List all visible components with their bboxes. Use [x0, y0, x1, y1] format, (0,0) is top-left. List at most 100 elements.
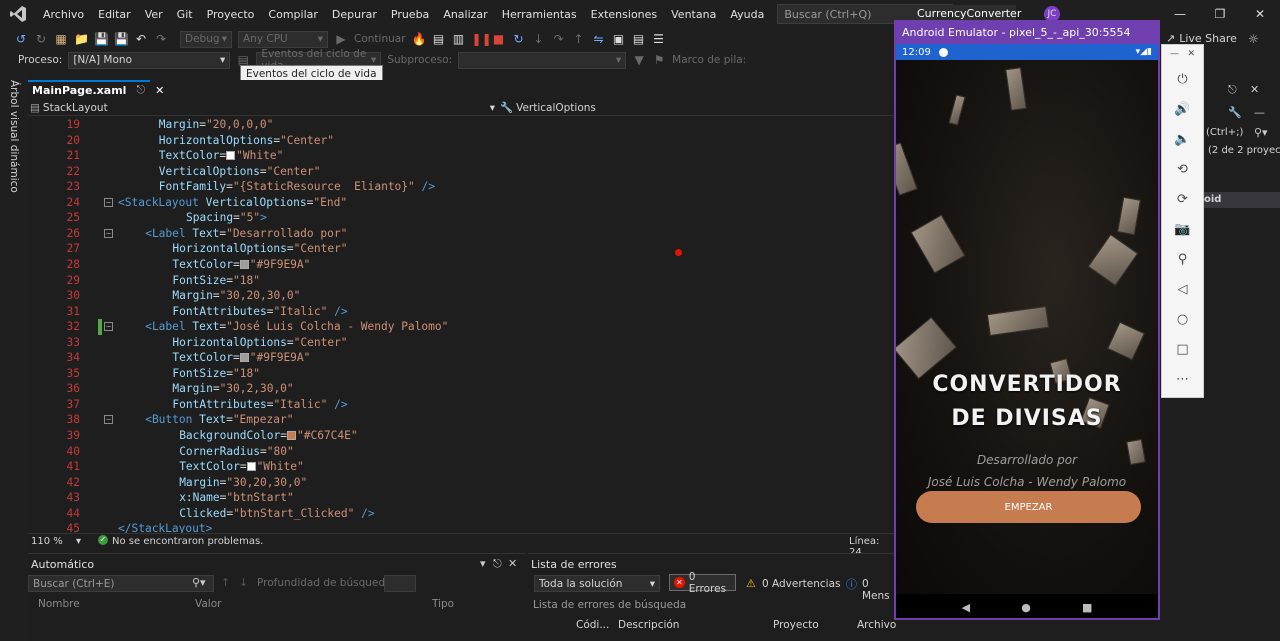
panel-menu-icon[interactable]: ▾	[480, 557, 486, 570]
depth-select[interactable]	[384, 575, 416, 592]
search-down-icon[interactable]: ↓	[239, 576, 248, 589]
code-line[interactable]: 31 FontAttributes="Italic" />	[28, 304, 894, 320]
stop-icon[interactable]: ■	[492, 32, 506, 46]
panel-pin-icon[interactable]: ⎋	[493, 557, 502, 571]
breakpoints-icon[interactable]: ⇋	[592, 32, 606, 46]
nav-home-icon[interactable]: ●	[1021, 601, 1031, 614]
process-select[interactable]: [N/A] Mono ▾	[68, 51, 231, 69]
rotate-right-icon[interactable]: ⟳	[1162, 192, 1203, 207]
property-select[interactable]: 🔧 VerticalOptions	[500, 100, 890, 115]
code-line[interactable]: 41 TextColor= "White"	[28, 459, 894, 475]
pause-icon[interactable]: ❚❚	[472, 32, 492, 46]
restore-icon[interactable]: ❐	[1200, 7, 1240, 21]
close-icon[interactable]: ✕	[1240, 7, 1280, 21]
comment-icon[interactable]: ☰	[652, 32, 666, 46]
column-nombre[interactable]: Nombre	[38, 598, 80, 610]
volume-up-icon[interactable]: 🔊	[1162, 102, 1203, 117]
autos-search-input[interactable]: Buscar (Ctrl+E)	[28, 575, 214, 592]
emu-close-icon[interactable]: ✕	[1162, 49, 1203, 59]
overview-button-icon[interactable]: □	[1162, 342, 1203, 357]
menu-analizar[interactable]: Analizar	[436, 8, 494, 21]
menu-compilar[interactable]: Compilar	[261, 8, 324, 21]
element-select[interactable]: ▤ StackLayout ▾	[30, 100, 495, 115]
code-line[interactable]: 27 HorizontalOptions="Center"	[28, 241, 894, 257]
column-codigo[interactable]: Códi...	[576, 619, 609, 631]
subprocess-select[interactable]: ▾	[458, 51, 627, 69]
right-search-hint[interactable]: (Ctrl+;)	[1206, 127, 1243, 138]
volume-down-icon[interactable]: 🔈	[1162, 132, 1203, 147]
filter-icon[interactable]: ▼	[632, 53, 646, 67]
restart-icon[interactable]: ↻	[512, 32, 526, 46]
rotate-left-icon[interactable]: ⟲	[1162, 162, 1203, 177]
live-visual-tree-tab[interactable]: Árbol visual dinámico	[8, 80, 20, 193]
selected-item-row[interactable]: oid	[1204, 192, 1280, 208]
new-project-icon[interactable]: ▦	[54, 32, 68, 46]
menu-proyecto[interactable]: Proyecto	[200, 8, 262, 21]
layout-icon[interactable]: ▥	[452, 32, 466, 46]
code-line[interactable]: 38 − <Button Text="Empezar"	[28, 412, 894, 428]
close-tab-icon[interactable]: ✕	[155, 84, 164, 97]
nav-recents-icon[interactable]: ■	[1082, 601, 1092, 614]
minimize-icon[interactable]: —	[1160, 7, 1200, 21]
menu-editar[interactable]: Editar	[91, 8, 138, 21]
code-line[interactable]: 42 Margin="30,20,30,0"	[28, 475, 894, 491]
column-descripcion[interactable]: Descripción	[618, 619, 679, 631]
code-line[interactable]: 36 Margin="30,2,30,0"	[28, 381, 894, 397]
code-line[interactable]: 28 TextColor= "#9F9E9A"	[28, 257, 894, 273]
code-line[interactable]: 24 − <StackLayout VerticalOptions="End"	[28, 195, 894, 211]
code-line[interactable]: 43 x:Name="btnStart"	[28, 490, 894, 506]
code-line[interactable]: 40 CornerRadius="80"	[28, 444, 894, 460]
menu-ver[interactable]: Ver	[138, 8, 170, 21]
step-into-icon[interactable]: ↓	[532, 32, 546, 46]
visual-studio-logo-icon[interactable]	[0, 5, 36, 23]
device-icon[interactable]: ▣	[612, 32, 626, 46]
code-line[interactable]: 20 HorizontalOptions="Center"	[28, 133, 894, 149]
right-search-icon[interactable]: ⚲▾	[1254, 126, 1268, 139]
open-folder-icon[interactable]: 📁	[74, 32, 89, 46]
code-line[interactable]: 21 TextColor= "White"	[28, 148, 894, 164]
code-line[interactable]: 44 Clicked="btnStart_Clicked" />	[28, 506, 894, 522]
right-close-icon[interactable]: ✕	[1250, 83, 1259, 96]
right-pin-icon[interactable]: ⎋	[1228, 83, 1237, 97]
code-line[interactable]: 37 FontAttributes="Italic" />	[28, 397, 894, 413]
code-line[interactable]: 45 </StackLayout>	[28, 521, 894, 533]
menu-prueba[interactable]: Prueba	[384, 8, 436, 21]
code-line[interactable]: 23 FontFamily="{StaticResource Elianto}" …	[28, 179, 894, 195]
code-line[interactable]: 32 − <Label Text="José Luis Colcha - Wendy…	[28, 319, 894, 335]
undo-icon[interactable]: ↶	[134, 32, 148, 46]
menu-herramientas[interactable]: Herramientas	[495, 8, 584, 21]
more-options-icon[interactable]: ⋯	[1162, 372, 1203, 387]
pin-icon[interactable]: ⎋	[136, 83, 145, 97]
config-select[interactable]: Debug ▾	[180, 30, 232, 48]
screenshot-icon[interactable]: ▤	[632, 32, 646, 46]
redo-icon[interactable]: ↷	[154, 32, 168, 46]
errors-filter-button[interactable]: ✕ 0 Errores	[669, 571, 736, 595]
back-button-icon[interactable]: ◁	[1162, 282, 1203, 297]
right-menu-icon[interactable]: —	[1254, 106, 1265, 119]
step-over-icon[interactable]: ↷	[552, 32, 566, 46]
warnings-filter-button[interactable]: 0 Advertencias	[762, 578, 841, 590]
fold-toggle-icon[interactable]: −	[104, 228, 113, 238]
save-all-icon[interactable]: 💾	[114, 32, 129, 46]
search-up-icon[interactable]: ↑	[221, 576, 230, 589]
window-layout-icon[interactable]: ▤	[432, 32, 446, 46]
code-line[interactable]: 29 FontSize="18"	[28, 273, 894, 289]
nav-back-icon[interactable]: ◀	[962, 601, 970, 614]
code-line[interactable]: 26 − <Label Text="Desarrollado por"	[28, 226, 894, 242]
zoom-icon[interactable]: ⚲	[1162, 252, 1203, 267]
menu-depurar[interactable]: Depurar	[325, 8, 384, 21]
autos-search-icon[interactable]: ⚲▾	[192, 576, 206, 589]
menu-ventana[interactable]: Ventana	[664, 8, 723, 21]
hot-reload-icon[interactable]: 🔥	[412, 32, 427, 46]
column-tipo[interactable]: Tipo	[432, 598, 454, 610]
code-line[interactable]: 22 VerticalOptions="Center"	[28, 164, 894, 180]
emulator-screen[interactable]: 12:09 ▾◢▮ CONVERTIDOR DE DIVISAS Desarro…	[894, 44, 1160, 620]
start-button[interactable]: EMPEZAR	[916, 491, 1141, 523]
code-line[interactable]: 30 Margin="30,20,30,0"	[28, 288, 894, 304]
zoom-level[interactable]: 110 %	[31, 536, 63, 547]
column-proyecto[interactable]: Proyecto	[773, 619, 819, 631]
fold-toggle-icon[interactable]: −	[104, 197, 113, 207]
menu-ayuda[interactable]: Ayuda	[723, 8, 771, 21]
code-line[interactable]: 33 HorizontalOptions="Center"	[28, 335, 894, 351]
code-line[interactable]: 35 FontSize="18"	[28, 366, 894, 382]
